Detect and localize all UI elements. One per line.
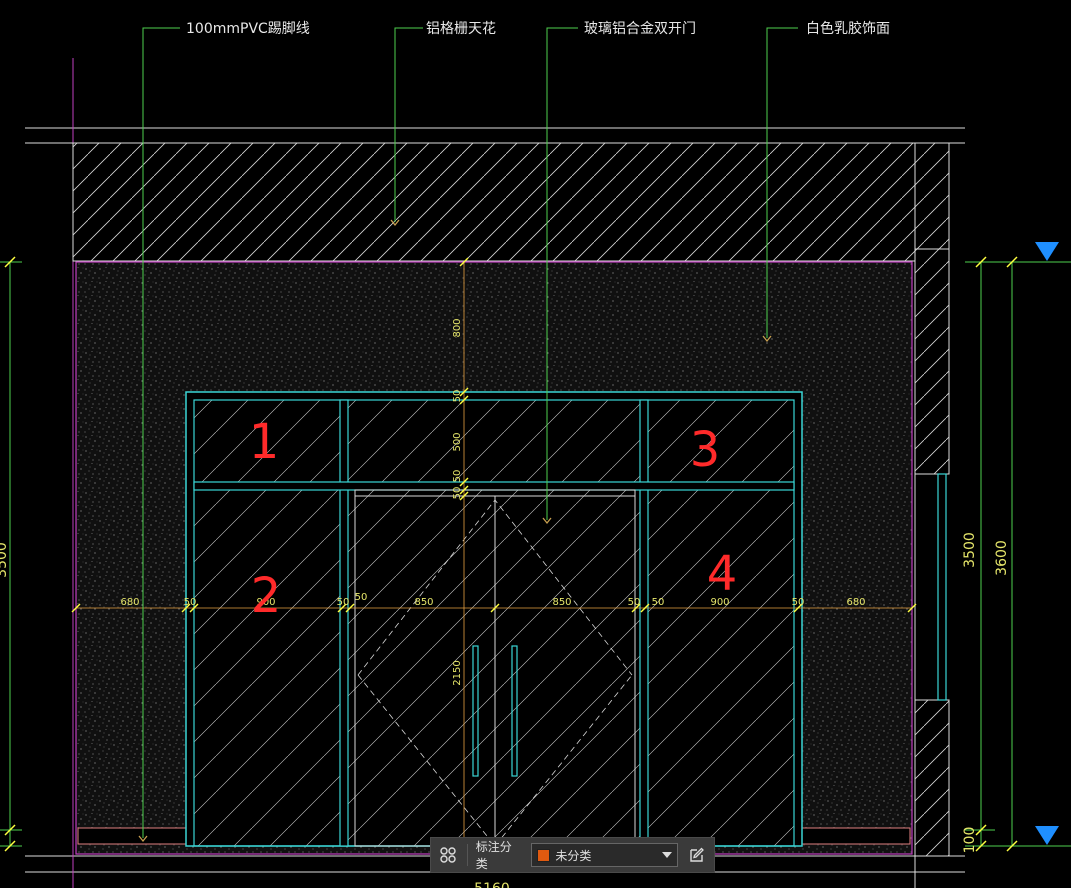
annotation-white-latex: 白色乳胶饰面 — [806, 20, 890, 37]
category-select[interactable]: 未分类 — [531, 843, 679, 867]
skirting-left — [77, 827, 187, 845]
dim-3500-label: 3500 — [962, 532, 978, 568]
left-dim-label: 3500 — [0, 542, 10, 578]
grid-icon[interactable] — [437, 844, 459, 866]
vdim-label: 500 — [452, 432, 463, 451]
annotation-toolbar: 标注分类 未分类 — [430, 837, 715, 873]
cad-drawing[interactable]: 3500 3500 3600 100 100mmPVC踢脚线 铝格栅天花 玻璃铝… — [0, 0, 1071, 888]
panel-label-4: 4 — [707, 546, 738, 602]
panel-label-3: 3 — [690, 422, 721, 478]
elevation-marker-top-icon — [1035, 242, 1059, 261]
vdim-label: 50 — [452, 470, 463, 483]
elevation-marker-bottom-icon — [1035, 826, 1059, 845]
annotation-pvc-skirting: 100mmPVC踢脚线 — [186, 21, 310, 37]
right-wall-hatch-top — [914, 142, 950, 250]
side-window — [937, 473, 947, 701]
skirting-right — [801, 827, 911, 845]
right-wall-column — [914, 248, 950, 475]
hdim-label: 850 — [552, 597, 571, 608]
dim-100-label: 100 — [962, 827, 978, 854]
category-swatch — [537, 848, 551, 862]
hdim-label: 680 — [846, 597, 865, 608]
panel-label-2: 2 — [251, 568, 282, 624]
hdim-label: 850 — [414, 597, 433, 608]
hdim-label: 50 — [628, 597, 641, 608]
bottom-dim-label: 5160 — [474, 881, 510, 888]
hdim-label: 50 — [184, 597, 197, 608]
hdim-label: 50 — [355, 592, 368, 603]
panel-label-1: 1 — [249, 414, 280, 470]
ceiling-hatch — [72, 142, 916, 262]
toolbar-separator — [466, 844, 468, 866]
hdim-label: 680 — [120, 597, 139, 608]
vdim-label: 50 — [452, 487, 463, 500]
category-label: 标注分类 — [475, 840, 512, 871]
hdim-label: 50 — [792, 597, 805, 608]
vdim-label: 2150 — [452, 660, 463, 685]
vdim-label: 50 — [452, 390, 463, 403]
edit-icon[interactable] — [686, 844, 708, 866]
right-wall-lower — [914, 699, 950, 857]
right-dims — [965, 256, 1071, 852]
annotation-aluminum-ceiling: 铝格栅天花 — [426, 21, 496, 37]
chevron-down-icon — [662, 852, 673, 858]
annotation-glass-door: 玻璃铝合金双开门 — [584, 20, 696, 37]
dim-3600-label: 3600 — [994, 540, 1010, 576]
category-selected-value: 未分类 — [555, 848, 592, 863]
vdim-label: 800 — [452, 318, 463, 337]
hdim-label: 50 — [652, 597, 665, 608]
hdim-label: 50 — [337, 597, 350, 608]
